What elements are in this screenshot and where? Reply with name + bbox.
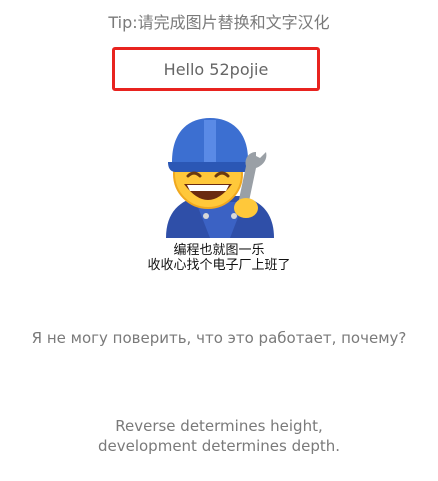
hello-text-box: Hello 52pojie [112,47,320,91]
image-caption-line-2: 收收心找个电子厂上班了 [147,258,291,273]
quote-line-1: Reverse determines height, [115,417,323,435]
image-caption-line-1: 编程也就图一乐 [173,243,265,258]
hello-text: Hello 52pojie [163,59,269,79]
worker-emoji-icon [166,118,274,238]
quote-line-2: development determines depth. [97,437,340,455]
tip-text: Tip:请完成图片替换和文字汉化 [108,13,330,32]
worker-emoji-image [160,112,280,238]
russian-text: Я не могу поверить, что это работает, по… [31,329,407,347]
